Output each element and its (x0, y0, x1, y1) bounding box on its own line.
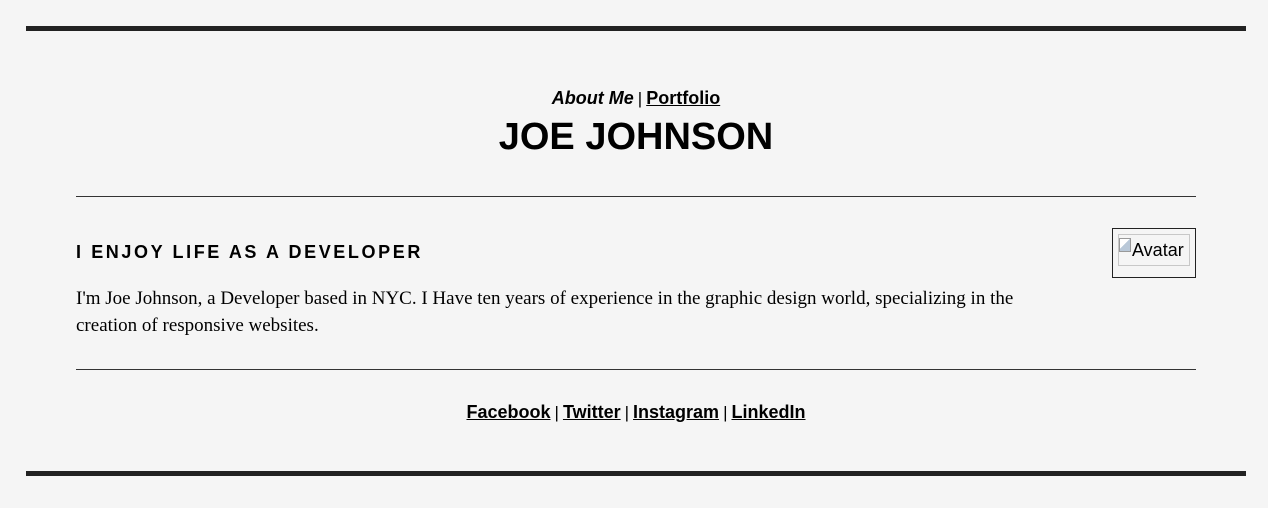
avatar-frame: Avatar (1112, 228, 1196, 278)
nav-about-me: About Me (551, 88, 634, 108)
section-headline: I ENJOY LIFE AS A DEVELOPER (76, 242, 423, 262)
avatar-alt-text: Avatar (1132, 239, 1184, 260)
social-links: Facebook | Twitter | Instagram | LinkedIn (26, 401, 1246, 424)
instagram-link[interactable]: Instagram (633, 402, 719, 422)
page-frame: About Me | Portfolio JOE JOHNSON I ENJOY L… (26, 26, 1246, 476)
social-separator: | (723, 403, 728, 422)
linkedin-link[interactable]: LinkedIn (731, 402, 805, 422)
divider-top (76, 196, 1196, 197)
social-separator: | (554, 403, 559, 422)
social-separator: | (624, 403, 630, 422)
broken-image-icon (1119, 238, 1131, 252)
avatar: Avatar (1118, 234, 1190, 266)
nav-separator: | (637, 89, 643, 108)
page-title: JOE JOHNSON (498, 116, 774, 158)
top-nav: About Me | Portfolio (26, 87, 1246, 110)
nav-portfolio-link[interactable]: Portfolio (646, 88, 720, 108)
twitter-link[interactable]: Twitter (563, 402, 621, 422)
facebook-link[interactable]: Facebook (466, 402, 550, 422)
divider-bottom (76, 369, 1196, 370)
bio-text: I'm Joe Johnson, a Developer based in NY… (76, 288, 1014, 336)
